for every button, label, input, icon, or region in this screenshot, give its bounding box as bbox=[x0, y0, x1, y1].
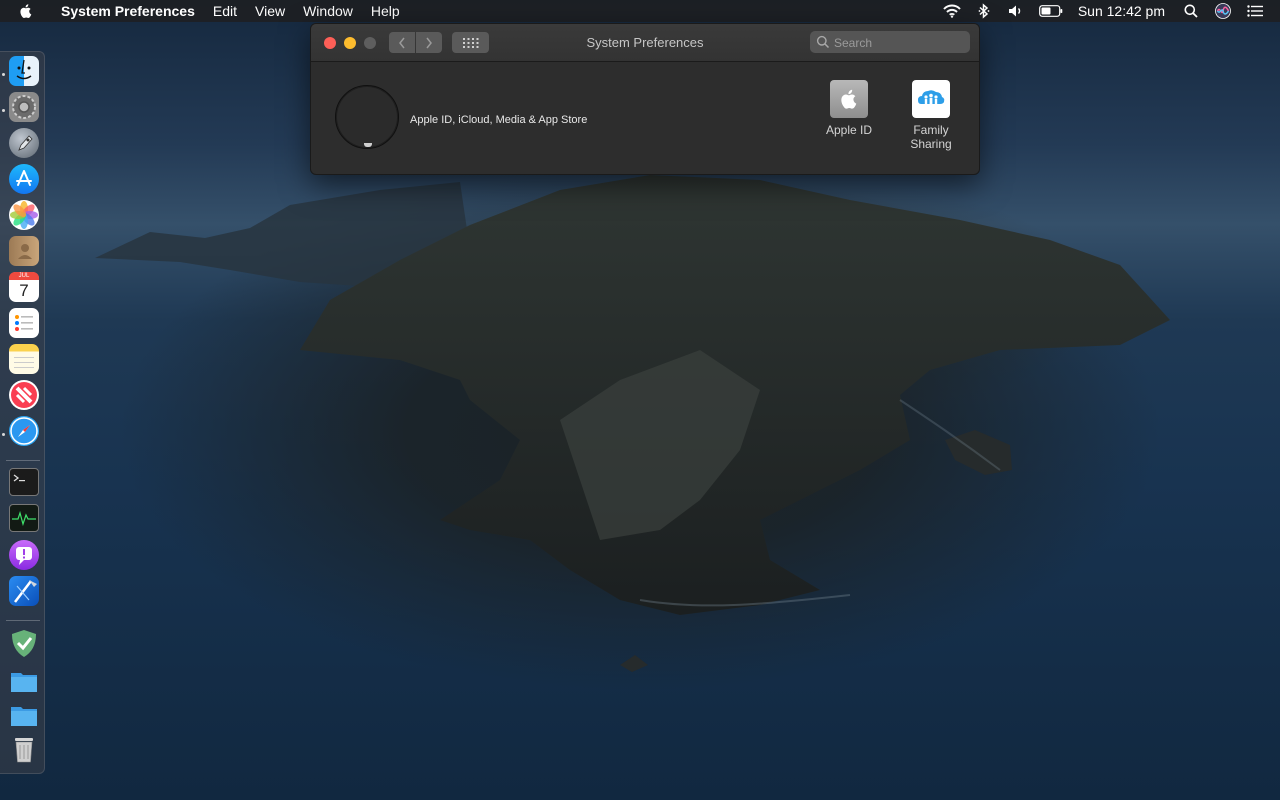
preferences-content: Apple ID, iCloud, Media & App Store Appl… bbox=[311, 62, 979, 174]
reminders-icon[interactable] bbox=[9, 308, 39, 338]
news-icon[interactable] bbox=[9, 380, 39, 410]
search-input[interactable] bbox=[832, 33, 966, 53]
calendar-month: JUL bbox=[9, 272, 39, 280]
search-icon bbox=[816, 35, 830, 49]
finder-icon[interactable] bbox=[9, 56, 39, 86]
downloads-folder-icon[interactable] bbox=[9, 700, 39, 730]
xcode-icon[interactable] bbox=[9, 576, 39, 606]
family-sharing-icon bbox=[912, 80, 950, 118]
pref-apple-id-label: Apple ID bbox=[825, 123, 873, 137]
menu-view[interactable]: View bbox=[246, 0, 294, 22]
activity-monitor-icon[interactable] bbox=[9, 504, 39, 532]
bluetooth-icon[interactable] bbox=[975, 3, 993, 19]
system-preferences-window: System Preferences Apple ID, iCloud, Med… bbox=[310, 23, 980, 175]
running-indicator bbox=[2, 73, 5, 76]
contacts-icon[interactable] bbox=[9, 236, 39, 266]
apple-menu-icon[interactable] bbox=[18, 3, 34, 19]
terminal-icon[interactable] bbox=[9, 468, 39, 496]
dock-separator bbox=[6, 620, 40, 621]
dock: JUL 7 bbox=[0, 51, 45, 774]
menu-clock[interactable]: Sun 12:42 pm bbox=[1078, 3, 1165, 19]
account-label[interactable]: Apple ID, iCloud, Media & App Store bbox=[410, 114, 587, 126]
wifi-icon[interactable] bbox=[943, 3, 961, 19]
window-titlebar[interactable]: System Preferences bbox=[311, 24, 979, 62]
menu-bar: System Preferences Edit View Window Help… bbox=[0, 0, 1280, 22]
pref-apple-id[interactable]: Apple ID bbox=[809, 80, 889, 137]
dock-separator bbox=[6, 460, 40, 461]
menu-help[interactable]: Help bbox=[362, 0, 409, 22]
menu-app-name[interactable]: System Preferences bbox=[52, 0, 204, 22]
loading-spinner-icon bbox=[364, 143, 372, 147]
running-indicator bbox=[2, 433, 5, 436]
menu-edit[interactable]: Edit bbox=[204, 0, 246, 22]
calendar-icon[interactable]: JUL 7 bbox=[9, 272, 39, 302]
calendar-day: 7 bbox=[19, 281, 29, 300]
launchpad-icon[interactable] bbox=[9, 128, 39, 158]
avatar[interactable] bbox=[335, 85, 399, 149]
system-preferences-icon[interactable] bbox=[9, 92, 39, 122]
photos-icon[interactable] bbox=[9, 200, 39, 230]
menu-window[interactable]: Window bbox=[294, 0, 362, 22]
trash-icon[interactable] bbox=[9, 734, 39, 764]
apple-id-icon bbox=[830, 80, 868, 118]
spotlight-icon[interactable] bbox=[1182, 3, 1200, 19]
app-store-icon[interactable] bbox=[9, 164, 39, 194]
safari-icon[interactable] bbox=[9, 416, 39, 446]
adguard-icon[interactable] bbox=[9, 628, 39, 658]
pref-family-sharing[interactable]: Family Sharing bbox=[891, 80, 971, 151]
volume-icon[interactable] bbox=[1007, 3, 1025, 19]
pref-family-sharing-label: Family Sharing bbox=[910, 123, 952, 151]
battery-icon[interactable] bbox=[1038, 3, 1063, 19]
siri-icon[interactable] bbox=[1214, 3, 1232, 19]
notification-center-icon[interactable] bbox=[1246, 3, 1264, 19]
search-field[interactable] bbox=[810, 31, 970, 53]
running-indicator bbox=[2, 109, 5, 112]
applications-folder-icon[interactable] bbox=[9, 666, 39, 696]
notes-icon[interactable] bbox=[9, 344, 39, 374]
feedback-assistant-icon[interactable] bbox=[9, 540, 39, 570]
